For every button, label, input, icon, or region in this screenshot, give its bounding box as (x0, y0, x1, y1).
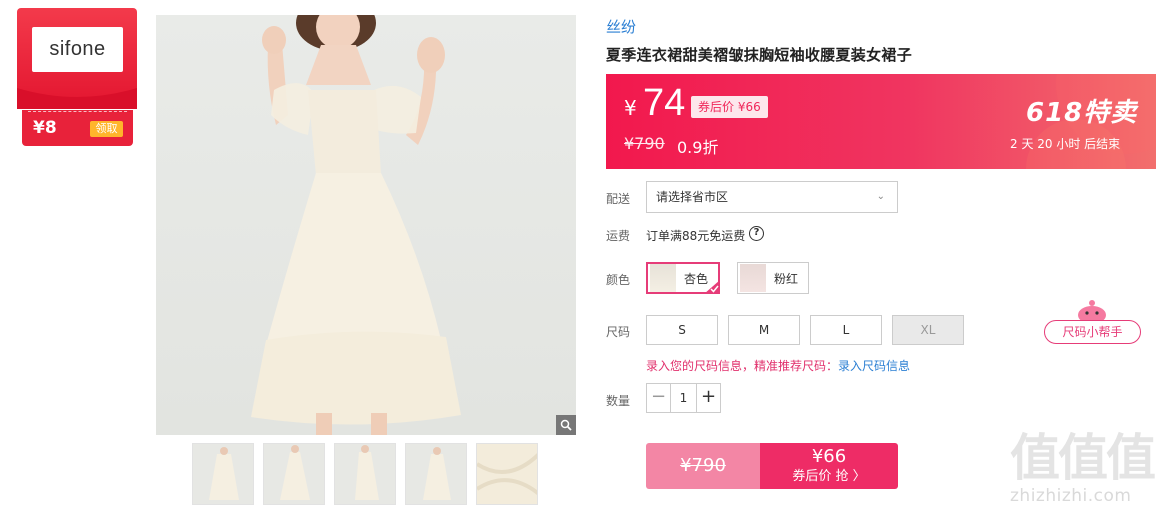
discount-rate: 0.9折 (677, 138, 719, 157)
coupon-amount: ¥8 (33, 118, 57, 138)
coupon-buy-action: 券后价 抢 〉 (792, 469, 866, 484)
original-price: ¥790 (624, 134, 665, 153)
store-coupon[interactable]: ¥8 领取 (22, 110, 133, 146)
product-page: sifone ¥8 领取 丝纷 夏季连衣裙甜美褶皱抹胸短袖收腰夏装女裙子 ¥ 7… (0, 0, 1163, 507)
thumbnail-2[interactable] (263, 443, 325, 505)
card-fold-decoration (17, 88, 137, 109)
size-option-s[interactable]: S (646, 315, 718, 345)
watermark-logo: 值值值 (1010, 429, 1156, 487)
magnifier-icon (560, 419, 572, 431)
current-price: 74 (643, 82, 686, 124)
thumbnail-strip (192, 443, 538, 505)
color-option-pink[interactable]: 粉红 (737, 262, 810, 294)
enter-size-link[interactable]: 录入尺码信息 (838, 359, 910, 373)
size-hint: 录入您的尺码信息，精准推荐尺码：录入尺码信息 (646, 357, 910, 374)
quantity-input[interactable]: 1 (671, 384, 696, 412)
chevron-down-icon: ⌄ (876, 191, 885, 202)
shipping-label: 运费 (606, 229, 631, 243)
size-hint-text: 录入您的尺码信息，精准推荐尺码： (646, 359, 839, 373)
color-swatch (650, 264, 676, 292)
color-label: 颜色 (606, 273, 631, 287)
color-option-apricot[interactable]: 杏色 (646, 262, 721, 294)
thumbnail-5[interactable] (476, 443, 538, 505)
claim-coupon-button[interactable]: 领取 (90, 121, 123, 137)
help-icon[interactable]: ? (749, 226, 764, 241)
decrease-quantity-button[interactable]: − (647, 384, 671, 412)
buy-original-price-button[interactable]: ¥790 (646, 443, 760, 489)
size-label: 尺码 (606, 325, 631, 339)
region-select[interactable]: 请选择省市区 ⌄ (646, 181, 898, 213)
coupon-divider (28, 111, 127, 112)
main-product-image[interactable] (156, 15, 576, 435)
color-swatch (740, 264, 766, 292)
thumbnail-1[interactable] (192, 443, 254, 505)
thumbnail-3[interactable] (334, 443, 396, 505)
dress-photo (251, 15, 461, 435)
thumbnail-4[interactable] (405, 443, 467, 505)
size-option-l[interactable]: L (810, 315, 882, 345)
quantity-stepper: − 1 + (646, 383, 721, 413)
size-option-xl: XL (892, 315, 964, 345)
coupon-buy-price: ¥66 (811, 446, 847, 467)
delivery-label: 配送 (606, 192, 631, 206)
store-logo-text: sifone (49, 38, 106, 60)
zoom-button[interactable] (556, 415, 576, 435)
price-banner: ¥ 74 券后价 ¥66 ¥790 0.9折 618特卖 2 天 20 小时 后… (606, 74, 1156, 169)
promo-countdown: 2 天 20 小时 后结束 (1010, 137, 1121, 151)
quantity-label: 数量 (606, 394, 631, 408)
size-helper-button[interactable]: 尺码小帮手 (1044, 320, 1141, 344)
promo-title: 618特卖 (1026, 98, 1138, 128)
site-watermark: 值值值 zhizhizhi.com (1010, 418, 1160, 506)
after-coupon-badge: 券后价 ¥66 (691, 96, 768, 118)
color-option-name: 粉红 (774, 271, 799, 286)
brand-link[interactable]: 丝纷 (606, 16, 636, 37)
shipping-info: 订单满88元免运费 (646, 229, 746, 243)
buy-with-coupon-button[interactable]: ¥66 券后价 抢 〉 (760, 443, 898, 489)
product-title: 夏季连衣裙甜美褶皱抹胸短袖收腰夏装女裙子 (606, 46, 913, 64)
store-logo[interactable]: sifone (32, 27, 123, 72)
size-option-m[interactable]: M (728, 315, 800, 345)
increase-quantity-button[interactable]: + (696, 384, 720, 412)
currency-symbol: ¥ (624, 96, 637, 120)
selected-check-icon (704, 280, 721, 294)
region-select-value: 请选择省市区 (656, 190, 729, 204)
store-card[interactable]: sifone (17, 8, 137, 109)
